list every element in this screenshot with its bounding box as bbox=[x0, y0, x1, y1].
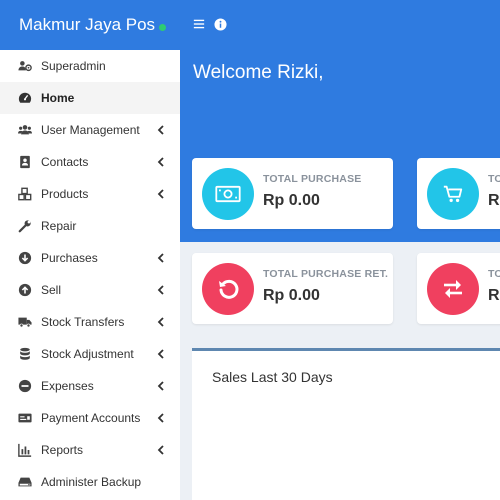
arrow-circle-down-icon bbox=[16, 251, 34, 265]
sidebar-item-user-management[interactable]: User Management bbox=[0, 114, 180, 146]
cubes-icon bbox=[16, 187, 34, 201]
stat-card-total-purchase: TOTAL PURCHASE Rp 0.00 bbox=[192, 158, 393, 229]
database-icon bbox=[16, 347, 34, 361]
sidebar-item-label: Stock Adjustment bbox=[41, 347, 134, 361]
chevron-left-icon bbox=[157, 189, 164, 199]
panel-title: Sales Last 30 Days bbox=[212, 369, 333, 385]
chevron-left-icon bbox=[157, 253, 164, 263]
stat-card-4: TO R bbox=[417, 253, 500, 324]
card-label: TO bbox=[488, 173, 500, 185]
brand-header[interactable]: Makmur Jaya Pos bbox=[0, 0, 180, 50]
sidebar-item-home[interactable]: Home bbox=[0, 82, 180, 114]
sidebar-item-purchases[interactable]: Purchases bbox=[0, 242, 180, 274]
money-check-icon bbox=[16, 411, 34, 425]
card-label: TOTAL PURCHASE bbox=[263, 173, 362, 185]
address-book-icon bbox=[16, 155, 34, 169]
users-icon bbox=[16, 123, 34, 137]
menu-toggle-icon[interactable] bbox=[192, 17, 206, 31]
top-navbar bbox=[180, 0, 500, 50]
sidebar-item-reports[interactable]: Reports bbox=[0, 434, 180, 466]
sidebar-item-label: Expenses bbox=[41, 379, 94, 393]
sidebar-item-stock-transfers[interactable]: Stock Transfers bbox=[0, 306, 180, 338]
chevron-left-icon bbox=[157, 285, 164, 295]
sidebar-item-label: Contacts bbox=[41, 155, 89, 169]
chevron-left-icon bbox=[157, 157, 164, 167]
info-icon[interactable] bbox=[213, 17, 227, 31]
exchange-icon bbox=[427, 263, 479, 315]
sidebar-item-label: Payment Accounts bbox=[41, 411, 141, 425]
undo-icon bbox=[202, 263, 254, 315]
chevron-left-icon bbox=[157, 317, 164, 327]
card-label: TO bbox=[488, 268, 500, 280]
wrench-icon bbox=[16, 219, 34, 233]
sidebar-item-contacts[interactable]: Contacts bbox=[0, 146, 180, 178]
sidebar-item-label: Administer Backup bbox=[41, 475, 142, 489]
online-status-dot bbox=[159, 23, 167, 31]
shopping-cart-icon bbox=[427, 168, 479, 220]
sidebar-item-label: User Management bbox=[41, 123, 140, 137]
sidebar-item-products[interactable]: Products bbox=[0, 178, 180, 210]
sales-chart-panel: Sales Last 30 Days bbox=[192, 348, 500, 500]
welcome-heading: Welcome Rizki, bbox=[193, 62, 324, 83]
sidebar-item-superadmin[interactable]: Superadmin bbox=[0, 50, 180, 82]
sidebar-item-stock-adjustment[interactable]: Stock Adjustment bbox=[0, 338, 180, 370]
minus-circle-icon bbox=[16, 379, 34, 393]
sidebar-item-expenses[interactable]: Expenses bbox=[0, 370, 180, 402]
sidebar-item-repair[interactable]: Repair bbox=[0, 210, 180, 242]
card-value: R bbox=[488, 287, 500, 304]
users-cog-icon bbox=[16, 59, 34, 73]
bar-chart-icon bbox=[16, 443, 34, 457]
sidebar-item-label: Superadmin bbox=[41, 59, 106, 73]
sidebar-item-administer-backup[interactable]: Administer Backup bbox=[0, 466, 180, 498]
chevron-left-icon bbox=[157, 381, 164, 391]
card-value: Rp 0.00 bbox=[263, 192, 320, 209]
sidebar-item-label: Stock Transfers bbox=[41, 315, 125, 329]
chevron-left-icon bbox=[157, 445, 164, 455]
stat-card-2: TO R bbox=[417, 158, 500, 229]
arrow-circle-up-icon bbox=[16, 283, 34, 297]
chevron-left-icon bbox=[157, 349, 164, 359]
sidebar-item-sell[interactable]: Sell bbox=[0, 274, 180, 306]
sidebar-item-payment-accounts[interactable]: Payment Accounts bbox=[0, 402, 180, 434]
sidebar-item-label: Home bbox=[41, 91, 75, 105]
sidebar-item-label: Reports bbox=[41, 443, 84, 457]
sidebar-item-label: Sell bbox=[41, 283, 62, 297]
chevron-left-icon bbox=[157, 125, 164, 135]
money-bill-icon bbox=[202, 168, 254, 220]
dashboard-icon bbox=[16, 91, 34, 105]
sidebar-item-label: Purchases bbox=[41, 251, 98, 265]
card-value: R bbox=[488, 192, 500, 209]
card-label: TOTAL PURCHASE RET... bbox=[263, 268, 388, 280]
stat-card-total-purchase-return: TOTAL PURCHASE RET... Rp 0.00 bbox=[192, 253, 393, 324]
sidebar: Superadmin Home User Management Contacts… bbox=[0, 50, 180, 500]
sidebar-item-label: Products bbox=[41, 187, 89, 201]
truck-icon bbox=[16, 315, 34, 329]
card-value: Rp 0.00 bbox=[263, 287, 320, 304]
hdd-icon bbox=[16, 475, 34, 489]
chevron-left-icon bbox=[157, 413, 164, 423]
sidebar-item-label: Repair bbox=[41, 219, 77, 233]
brand-title: Makmur Jaya Pos bbox=[19, 15, 156, 34]
